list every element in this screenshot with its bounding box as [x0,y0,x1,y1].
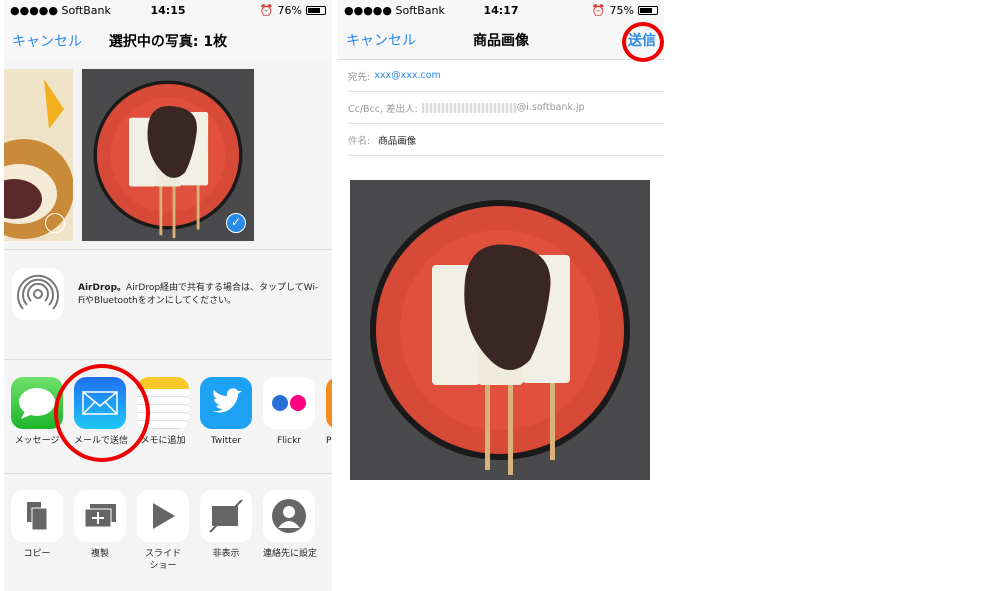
app-label: PD [326,436,332,446]
airdrop-icon [12,268,64,320]
cc-field[interactable]: Cc/Bcc, 差出人: @i.softbank.jp [348,92,664,124]
airdrop-section[interactable]: AirDrop。AirDrop経由で共有する場合は、タップしてWi-FiやBlu… [4,250,332,360]
battery-percent: 76% [277,3,302,17]
subject-value: 商品画像 [378,135,417,147]
nav-bar: キャンセル 商品画像 送信 [338,20,664,60]
action-duplicate[interactable]: 複製 [74,490,126,572]
app-label: Twitter [210,436,242,446]
app-twitter[interactable]: Twitter [200,377,252,447]
contact-icon [263,490,315,542]
subject-label: 件名: [348,135,371,147]
airdrop-title: AirDrop。 [78,283,127,293]
status-bar: ●●●●● SoftBank 14:17 ⏰ 75% [338,0,664,20]
alarm-icon: ⏰ [591,3,606,17]
carrier: ●●●●● SoftBank [344,3,445,17]
slideshow-icon [137,490,189,542]
app-label: メモに追加 [140,436,186,446]
attached-image[interactable] [350,180,650,480]
action-copy[interactable]: コピー [11,490,63,572]
cc-label: Cc/Bcc, 差出人: [348,103,418,115]
action-hide[interactable]: 非表示 [200,490,252,572]
share-sheet-screen: ●●●●● SoftBank 14:15 ⏰ 76% キャンセル 選択中の写真: … [4,0,332,591]
mail-compose-screen: ●●●●● SoftBank 14:17 ⏰ 75% キャンセル 商品画像 送信 … [338,0,664,591]
copy-icon [11,490,63,542]
cancel-button[interactable]: キャンセル [12,31,82,51]
photo-strip: ✓ [4,62,332,250]
battery-icon [638,5,658,15]
hide-icon [200,490,252,542]
app-icon [326,377,332,429]
action-label: 複製 [90,549,109,559]
cancel-button[interactable]: キャンセル [346,30,416,50]
carrier: ●●●●● SoftBank [10,3,111,17]
to-value: xxx@xxx.com [374,70,441,81]
action-set-contact[interactable]: 連絡先に設定 [263,490,318,572]
action-label: スライドショー [144,549,181,571]
divider [4,473,332,474]
app-label: Flickr [276,436,302,446]
highlight-circle [622,22,664,62]
to-label: 宛先: [348,71,371,83]
twitter-icon [200,377,252,429]
photo-thumbnail[interactable] [4,69,73,241]
alarm-icon: ⏰ [259,3,274,17]
nav-bar: キャンセル 選択中の写真: 1枚 [4,20,332,62]
to-field[interactable]: 宛先: xxx@xxx.com [348,60,664,92]
cc-value: @i.softbank.jp [516,102,585,113]
highlight-circle [54,364,150,462]
unselected-checkbox[interactable] [45,213,65,233]
action-label: 非表示 [212,549,240,559]
app-more[interactable]: PD [326,377,332,447]
redacted-address [421,102,517,113]
action-row: コピー 複製 スライドショー 非表示 連絡先に設定 [4,490,332,572]
action-label: 連絡先に設定 [263,549,318,559]
battery-icon [306,5,326,15]
checkmark-icon[interactable]: ✓ [226,213,246,233]
battery-percent: 75% [609,3,634,17]
action-slideshow[interactable]: スライドショー [137,490,189,572]
action-label: コピー [23,549,51,559]
subject-field[interactable]: 件名: 商品画像 [348,124,664,156]
status-bar: ●●●●● SoftBank 14:15 ⏰ 76% [4,0,332,20]
app-flickr[interactable]: Flickr [263,377,315,447]
flickr-icon [263,377,315,429]
duplicate-icon [74,490,126,542]
photo-thumbnail-selected[interactable]: ✓ [82,69,254,241]
app-label: メッセージ [14,436,60,446]
